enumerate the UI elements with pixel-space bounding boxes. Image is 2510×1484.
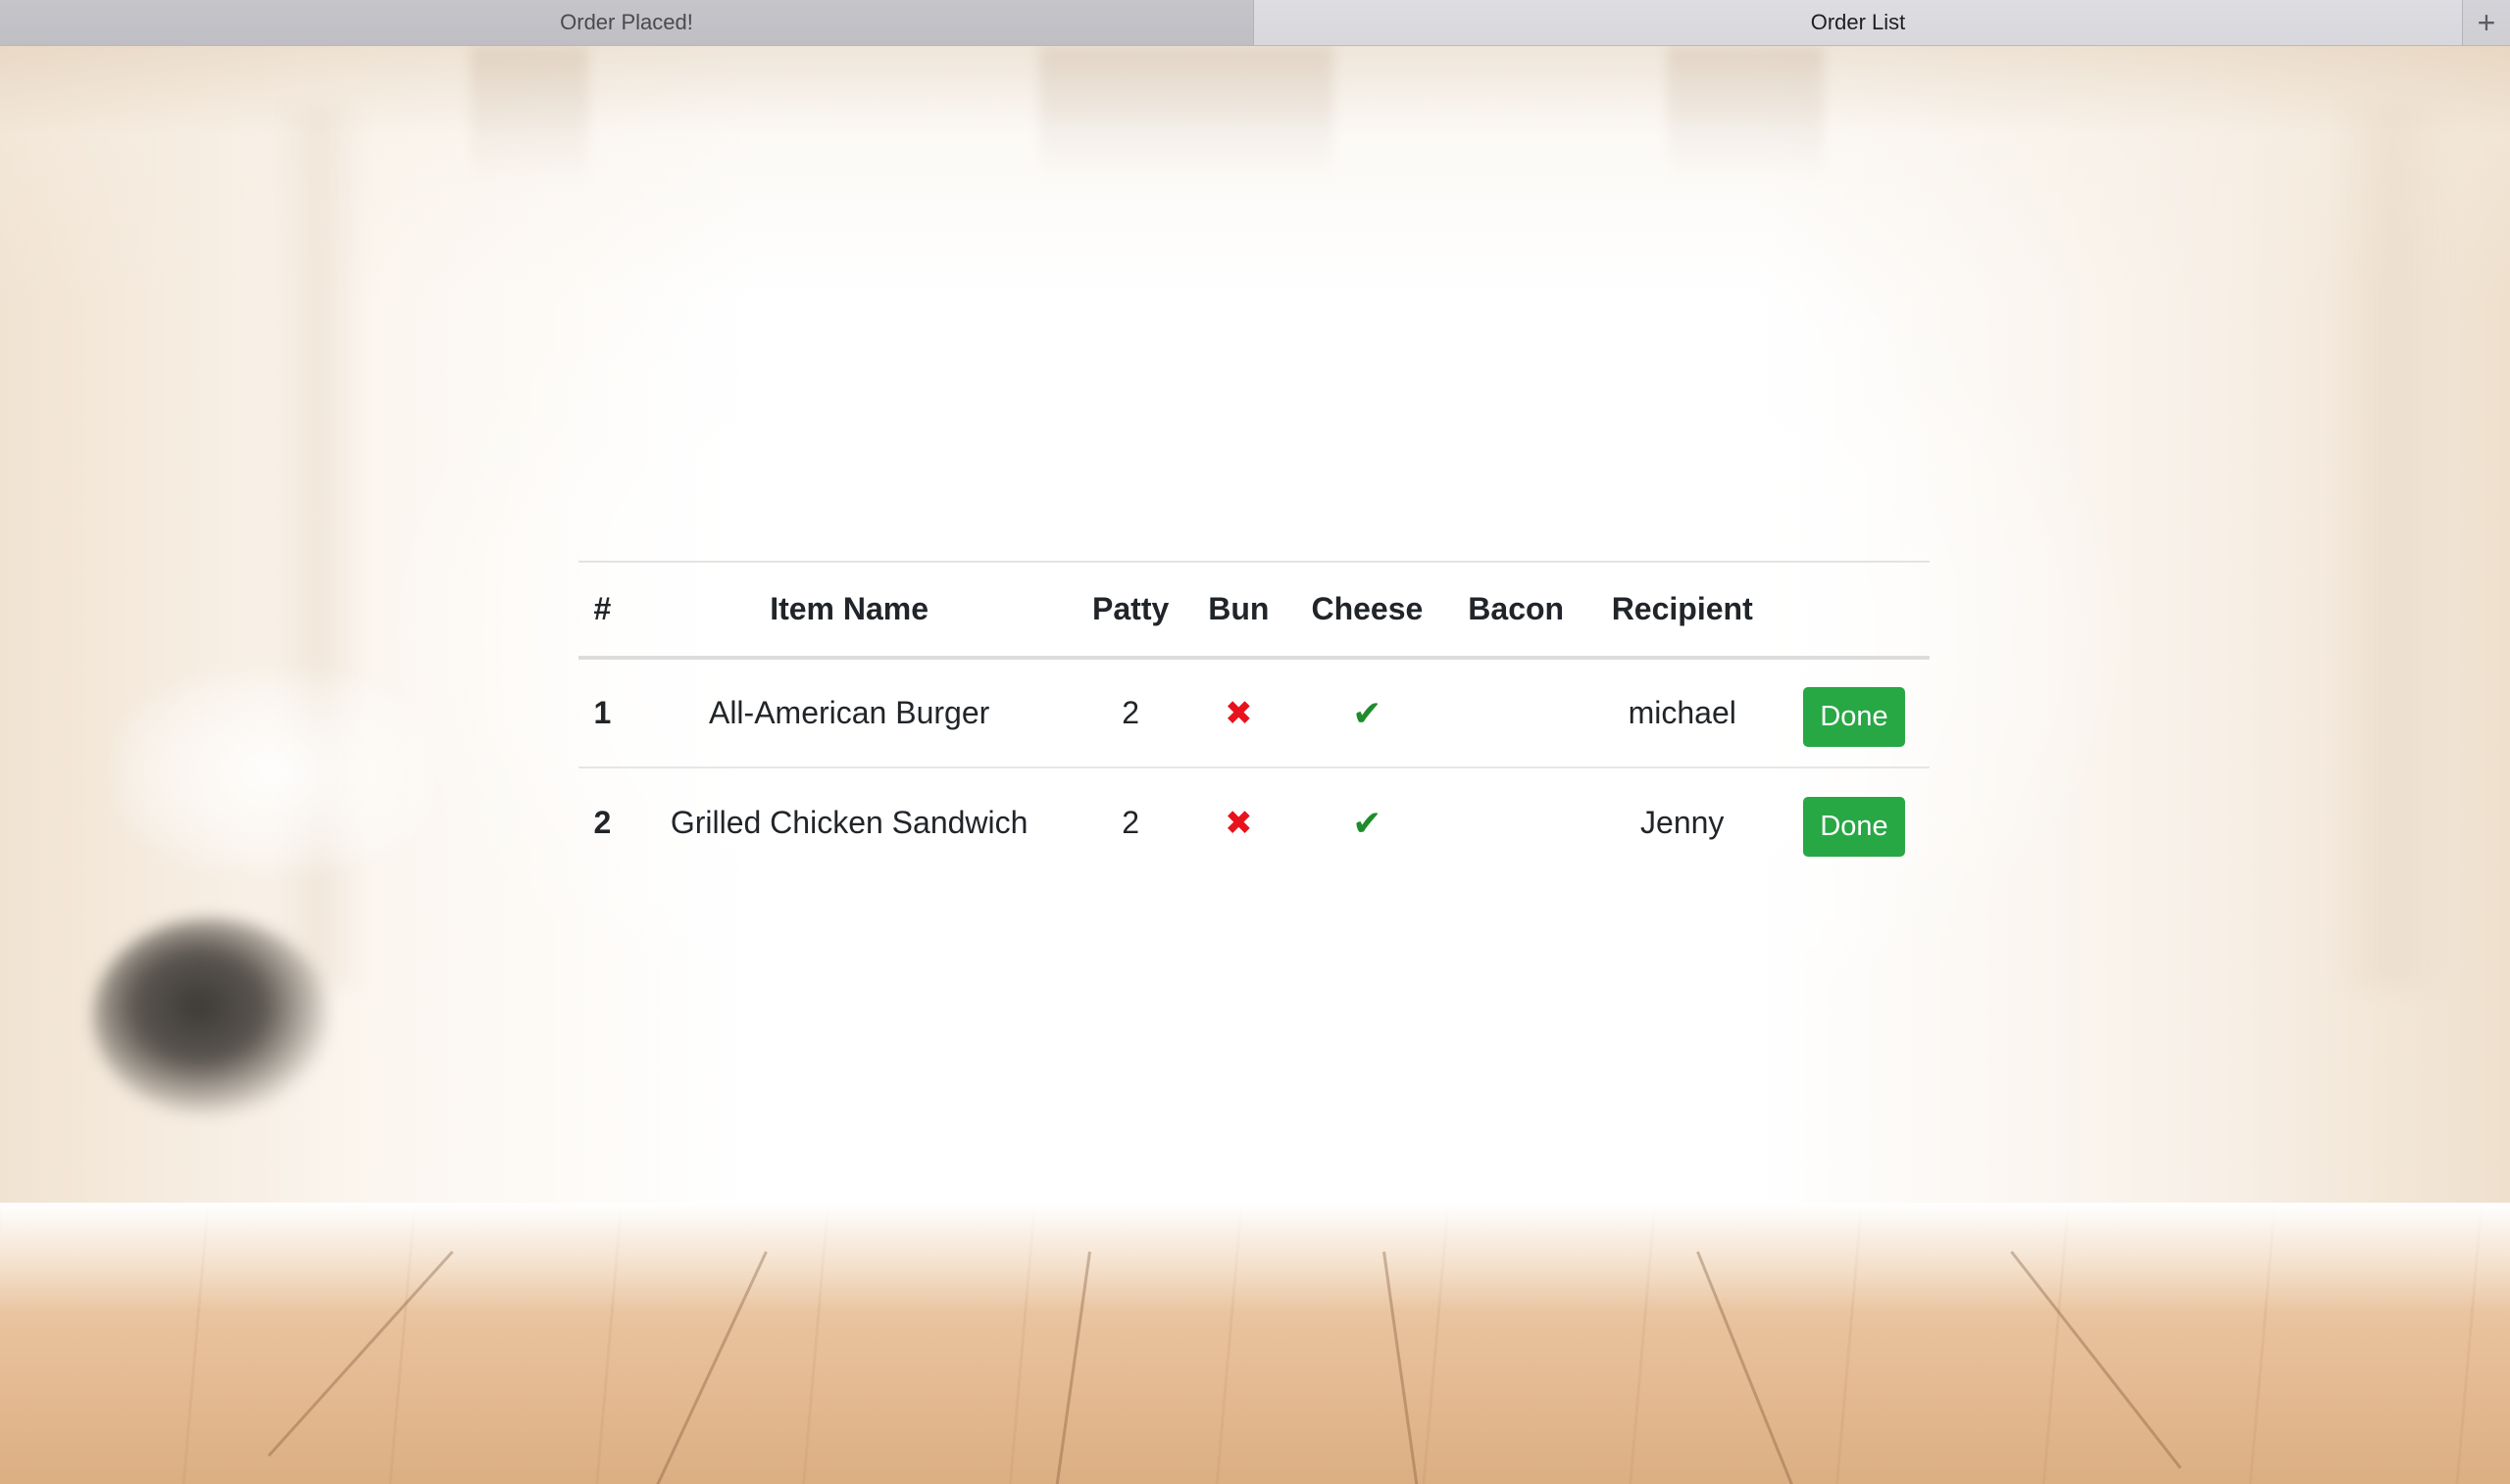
- order-item-name: Grilled Chicken Sandwich: [670, 805, 1029, 840]
- column-header-recipient: Recipient: [1611, 591, 1753, 626]
- column-header-bacon: Bacon: [1468, 591, 1565, 626]
- order-action: Done: [1779, 658, 1930, 767]
- order-bun: ✖: [1189, 658, 1288, 767]
- column-header-cheese: Cheese: [1311, 591, 1424, 626]
- order-bacon: [1446, 767, 1585, 877]
- order-list-table: # Item Name Patty Bun Cheese Bacon Recip…: [578, 561, 1930, 877]
- done-button[interactable]: Done: [1803, 687, 1905, 747]
- order-index: 1: [593, 695, 612, 730]
- order-index: 2: [593, 805, 612, 840]
- order-bun: ✖: [1189, 767, 1288, 877]
- check-icon: ✔: [1352, 802, 1382, 843]
- table-row: 2 Grilled Chicken Sandwich 2 ✖ ✔ Jenny D…: [578, 767, 1930, 877]
- check-icon: ✔: [1352, 692, 1382, 733]
- tab-bar: Order Placed! Order List +: [0, 0, 2510, 46]
- order-recipient: Jenny: [1640, 805, 1725, 840]
- tab-label: Order List: [1810, 10, 1906, 34]
- table-body: 1 All-American Burger 2 ✖ ✔ michael Done…: [578, 658, 1930, 877]
- order-cheese: ✔: [1288, 767, 1446, 877]
- plus-icon: +: [2477, 4, 2496, 40]
- order-action: Done: [1779, 767, 1930, 877]
- order-bacon: [1446, 658, 1585, 767]
- new-tab-button[interactable]: +: [2463, 0, 2510, 45]
- column-header-item-name: Item Name: [770, 591, 929, 626]
- tab-order-placed[interactable]: Order Placed!: [0, 0, 1254, 45]
- x-icon: ✖: [1225, 804, 1253, 842]
- done-button[interactable]: Done: [1803, 797, 1905, 857]
- column-header-index: #: [593, 591, 612, 626]
- table-row: 1 All-American Burger 2 ✖ ✔ michael Done: [578, 658, 1930, 767]
- tab-order-list[interactable]: Order List: [1254, 0, 2463, 45]
- order-item-name: All-American Burger: [708, 695, 990, 730]
- order-cheese: ✔: [1288, 658, 1446, 767]
- order-recipient: michael: [1628, 695, 1736, 730]
- table-header: # Item Name Patty Bun Cheese Bacon Recip…: [578, 562, 1930, 658]
- order-patty: 2: [1122, 805, 1140, 840]
- column-header-action: [1779, 562, 1930, 658]
- table-header-row: # Item Name Patty Bun Cheese Bacon Recip…: [578, 562, 1930, 658]
- column-header-bun: Bun: [1208, 591, 1270, 626]
- order-patty: 2: [1122, 695, 1140, 730]
- column-header-patty: Patty: [1092, 591, 1170, 626]
- x-icon: ✖: [1225, 694, 1253, 732]
- tab-label: Order Placed!: [560, 10, 693, 34]
